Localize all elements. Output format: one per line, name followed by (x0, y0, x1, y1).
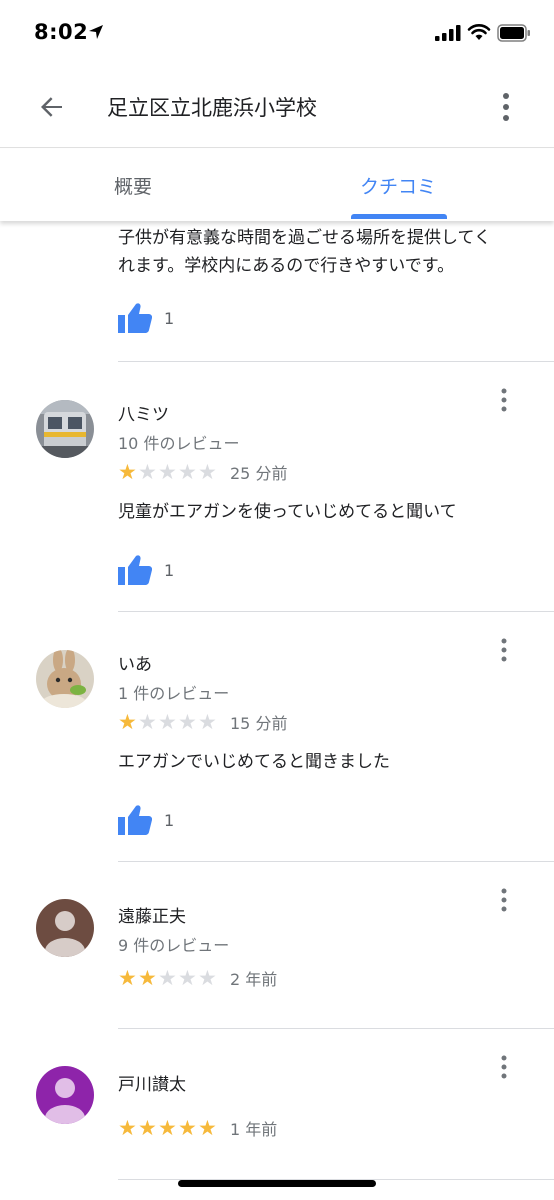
train-photo (36, 400, 94, 458)
wifi-icon (467, 24, 491, 40)
home-indicator[interactable] (178, 1180, 376, 1187)
review-time: 1 年前 (230, 1120, 278, 1139)
rabbit-photo (36, 650, 94, 708)
tab-reviews[interactable]: クチコミ (305, 149, 491, 221)
avatar[interactable] (36, 1066, 94, 1124)
more-options-icon[interactable] (496, 888, 512, 912)
like-button[interactable]: 1 (118, 303, 174, 333)
page-title: 足立区立北鹿浜小学校 (107, 96, 317, 120)
more-options-icon[interactable] (496, 638, 512, 662)
review-text: エアガンでいじめてると聞きました (118, 752, 390, 772)
like-count: 1 (164, 810, 175, 830)
reviewer-name[interactable]: いあ (118, 650, 152, 675)
star-icon: ★ (178, 709, 197, 734)
divider (118, 361, 554, 362)
star-rating: ★ ★ ★ ★ ★ (118, 709, 218, 734)
star-icon: ★ (178, 459, 197, 484)
star-icon: ★ (158, 709, 177, 734)
star-icon: ★ (198, 965, 217, 990)
star-icon: ★ (198, 709, 217, 734)
reviewer-review-count: 9 件のレビュー (118, 936, 230, 955)
like-button[interactable]: 1 (118, 805, 174, 835)
more-options-icon[interactable] (496, 92, 516, 122)
back-arrow-icon[interactable] (36, 91, 68, 123)
star-icon: ★ (138, 965, 157, 990)
star-icon: ★ (158, 1115, 177, 1140)
location-arrow-icon (89, 25, 103, 39)
star-icon: ★ (178, 1115, 197, 1140)
thumbs-up-icon (118, 555, 152, 585)
status-time: 8:02 (34, 20, 89, 44)
star-rating: ★ ★ ★ ★ ★ (118, 459, 218, 484)
divider (118, 861, 554, 862)
star-icon: ★ (158, 459, 177, 484)
battery-icon (497, 24, 530, 42)
reviewer-review-count: 1 件のレビュー (118, 684, 230, 703)
review-time: 15 分前 (230, 714, 288, 733)
more-options-icon[interactable] (496, 388, 512, 412)
thumbs-up-icon (118, 805, 152, 835)
app-header: 足立区立北鹿浜小学校 (0, 66, 554, 148)
reviewer-name[interactable]: 八ミツ (118, 400, 169, 425)
more-options-icon[interactable] (496, 1055, 512, 1079)
reviewer-name[interactable]: 戸川讃太 (118, 1070, 186, 1095)
star-icon: ★ (198, 1115, 217, 1140)
star-icon: ★ (178, 965, 197, 990)
star-icon: ★ (118, 965, 137, 990)
star-icon: ★ (138, 1115, 157, 1140)
review-text: 児童がエアガンを使っていじめてると聞いて (118, 502, 457, 522)
rating-row: ★ ★ ★ ★ ★ 15 分前 (118, 710, 287, 734)
star-rating: ★ ★ ★ ★ ★ (118, 965, 218, 990)
tab-selected-indicator (351, 214, 447, 219)
reviewer-review-count: 10 件のレビュー (118, 434, 240, 453)
rating-row: ★ ★ ★ ★ ★ 2 年前 (118, 966, 277, 990)
divider (118, 611, 554, 612)
review-time: 25 分前 (230, 464, 288, 483)
status-bar: 8:02 (0, 0, 554, 66)
divider (118, 1028, 554, 1029)
star-icon: ★ (138, 459, 157, 484)
signal-icon (435, 25, 461, 41)
avatar[interactable] (36, 650, 94, 708)
star-rating: ★ ★ ★ ★ ★ (118, 1115, 218, 1140)
star-icon: ★ (198, 459, 217, 484)
reviewer-name[interactable]: 遠藤正夫 (118, 902, 186, 927)
like-button[interactable]: 1 (118, 555, 174, 585)
like-count: 1 (164, 308, 175, 328)
tab-overview[interactable]: 概要 (40, 149, 226, 221)
person-placeholder-brown (36, 899, 94, 957)
star-icon: ★ (158, 965, 177, 990)
star-icon: ★ (118, 1115, 137, 1140)
reviews-list[interactable]: 子供が有意義な時間を過ごせる場所を提供してく れます。学校内にあるので行きやすい… (0, 221, 554, 1200)
person-placeholder-purple (36, 1066, 94, 1124)
review-text-line: 子供が有意義な時間を過ごせる場所を提供してく (118, 228, 491, 248)
rating-row: ★ ★ ★ ★ ★ 1 年前 (118, 1116, 277, 1140)
review-time: 2 年前 (230, 970, 278, 989)
avatar[interactable] (36, 899, 94, 957)
star-icon: ★ (118, 459, 137, 484)
star-icon: ★ (138, 709, 157, 734)
review-text-line: れます。学校内にあるので行きやすいです。 (118, 256, 455, 276)
tab-bar: 概要 クチコミ (0, 149, 554, 221)
star-icon: ★ (118, 709, 137, 734)
avatar[interactable] (36, 400, 94, 458)
like-count: 1 (164, 560, 175, 580)
thumbs-up-icon (118, 303, 152, 333)
review-text: 子供が有意義な時間を過ごせる場所を提供してく れます。学校内にあるので行きやすい… (118, 224, 528, 280)
rating-row: ★ ★ ★ ★ ★ 25 分前 (118, 460, 287, 484)
